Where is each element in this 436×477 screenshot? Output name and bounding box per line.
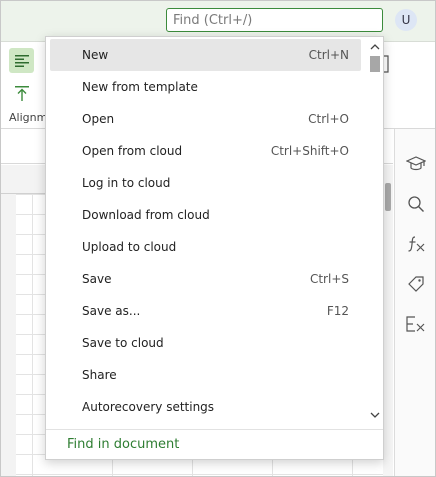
- search-icon[interactable]: [405, 193, 427, 215]
- search-input[interactable]: [167, 9, 382, 31]
- chevron-down-icon: [370, 412, 380, 418]
- sheet-scrollbar[interactable]: [383, 165, 393, 477]
- find-in-document-link[interactable]: Find in document: [67, 437, 179, 452]
- menu-item-open[interactable]: Open Ctrl+O: [50, 103, 361, 135]
- menu-item-save[interactable]: Save Ctrl+S: [50, 263, 361, 295]
- clear-formula-icon[interactable]: [405, 313, 427, 335]
- menu-item-new[interactable]: New Ctrl+N: [50, 39, 361, 71]
- search-box[interactable]: [166, 8, 383, 32]
- function-icon[interactable]: [405, 233, 427, 255]
- menu-item-autorecovery-settings[interactable]: Autorecovery settings: [50, 391, 361, 423]
- align-top-icon: [15, 86, 29, 101]
- align-top-button[interactable]: [12, 84, 32, 104]
- menu-divider: [46, 429, 383, 430]
- menu-item-label: Save: [82, 272, 112, 286]
- file-menu-list: New Ctrl+N New from template Open Ctrl+O…: [46, 37, 368, 429]
- tag-icon[interactable]: [405, 273, 427, 295]
- graduation-cap-icon[interactable]: [405, 153, 427, 175]
- menu-scrollbar[interactable]: [367, 37, 383, 427]
- sheet-scrollbar-thumb[interactable]: [385, 183, 391, 211]
- menu-item-shortcut: F12: [326, 304, 349, 318]
- menu-item-upload-to-cloud[interactable]: Upload to cloud: [50, 231, 361, 263]
- user-avatar[interactable]: U: [395, 9, 417, 31]
- menu-item-save-to-cloud[interactable]: Save to cloud: [50, 327, 361, 359]
- menu-item-shortcut: Ctrl+S: [309, 272, 349, 286]
- menu-item-shortcut: Ctrl+Shift+O: [270, 144, 349, 158]
- menu-item-label: Upload to cloud: [82, 240, 177, 254]
- menu-scrollbar-thumb[interactable]: [370, 56, 380, 72]
- chevron-up-icon: [370, 44, 380, 50]
- menu-item-new-from-template[interactable]: New from template: [50, 71, 361, 103]
- align-left-icon: [14, 54, 29, 67]
- menu-item-label: Open from cloud: [82, 144, 183, 158]
- scroll-down-button[interactable]: [369, 409, 381, 421]
- menu-item-label: Download from cloud: [82, 208, 210, 222]
- menu-item-label: Open: [82, 112, 115, 126]
- menu-item-download-from-cloud[interactable]: Download from cloud: [50, 199, 361, 231]
- menu-item-label: New: [82, 48, 109, 62]
- menu-item-label: Save to cloud: [82, 336, 164, 350]
- menu-item-open-from-cloud[interactable]: Open from cloud Ctrl+Shift+O: [50, 135, 361, 167]
- scroll-up-button[interactable]: [369, 41, 381, 53]
- menu-item-label: Save as...: [82, 304, 141, 318]
- alignment-group-label: Alignm: [9, 111, 48, 124]
- align-left-button[interactable]: [9, 48, 34, 73]
- menu-item-shortcut: Ctrl+O: [308, 112, 349, 126]
- menu-item-label: Share: [82, 368, 117, 382]
- menu-item-shortcut: Ctrl+N: [308, 48, 349, 62]
- wrap-text-icon[interactable]: [384, 55, 390, 76]
- menu-item-label: Log in to cloud: [82, 176, 171, 190]
- file-menu: New Ctrl+N New from template Open Ctrl+O…: [45, 36, 384, 460]
- side-panel: [394, 129, 436, 477]
- menu-item-label: New from template: [82, 80, 198, 94]
- menu-item-save-as[interactable]: Save as... F12: [50, 295, 361, 327]
- menu-item-share[interactable]: Share: [50, 359, 361, 391]
- menu-item-log-in-to-cloud[interactable]: Log in to cloud: [50, 167, 361, 199]
- menu-item-label: Autorecovery settings: [82, 400, 215, 414]
